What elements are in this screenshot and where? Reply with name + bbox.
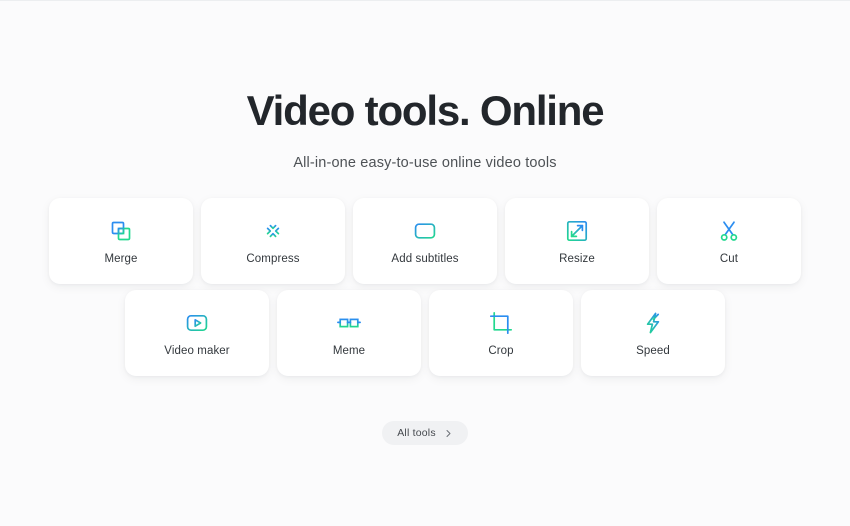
tool-label: Crop [488, 344, 514, 357]
resize-icon [564, 218, 590, 244]
tool-card-resize[interactable]: Resize [505, 198, 649, 285]
page-subtitle: All-in-one easy-to-use online video tool… [293, 155, 557, 172]
tool-card-merge[interactable]: Merge [49, 198, 193, 285]
tool-label: Resize [559, 252, 595, 265]
scissors-icon [716, 218, 742, 244]
tool-label: Add subtitles [391, 252, 459, 265]
tool-label: Meme [332, 344, 366, 357]
tool-card-compress[interactable]: Compress [201, 198, 345, 285]
chevron-right-icon [444, 429, 453, 438]
all-tools-container: All tools [0, 421, 850, 446]
subtitles-icon [412, 218, 438, 244]
all-tools-button[interactable]: All tools [382, 421, 468, 446]
lightning-icon [640, 310, 666, 336]
play-icon [184, 310, 210, 336]
tool-card-crop[interactable]: Crop [429, 290, 573, 377]
page-title: Video tools. Online [246, 87, 605, 134]
crop-icon [488, 310, 514, 336]
tool-card-video-maker[interactable]: Video maker [125, 290, 269, 377]
tool-card-speed[interactable]: Speed [581, 290, 725, 377]
all-tools-label: All tools [397, 427, 436, 440]
tool-card-cut[interactable]: Cut [657, 198, 801, 285]
tool-card-add-subtitles[interactable]: Add subtitles [353, 198, 497, 285]
page-root: Video tools. Online All-in-one easy-to-u… [0, 1, 850, 526]
tools-row-1: Merge Compress Add subtitles Resize Cut [49, 198, 801, 285]
tools-grid: Merge Compress Add subtitles Resize Cut … [40, 198, 810, 377]
glasses-icon [336, 310, 362, 336]
compress-icon [260, 218, 286, 244]
tool-card-meme[interactable]: Meme [277, 290, 421, 377]
tool-label: Video maker [164, 344, 230, 357]
tool-label: Speed [636, 344, 670, 357]
tool-label: Cut [719, 252, 739, 265]
tool-label: Compress [246, 252, 300, 265]
tool-label: Merge [104, 252, 138, 265]
tools-row-2: Video maker Meme Crop Speed [125, 290, 725, 377]
merge-icon [108, 218, 134, 244]
